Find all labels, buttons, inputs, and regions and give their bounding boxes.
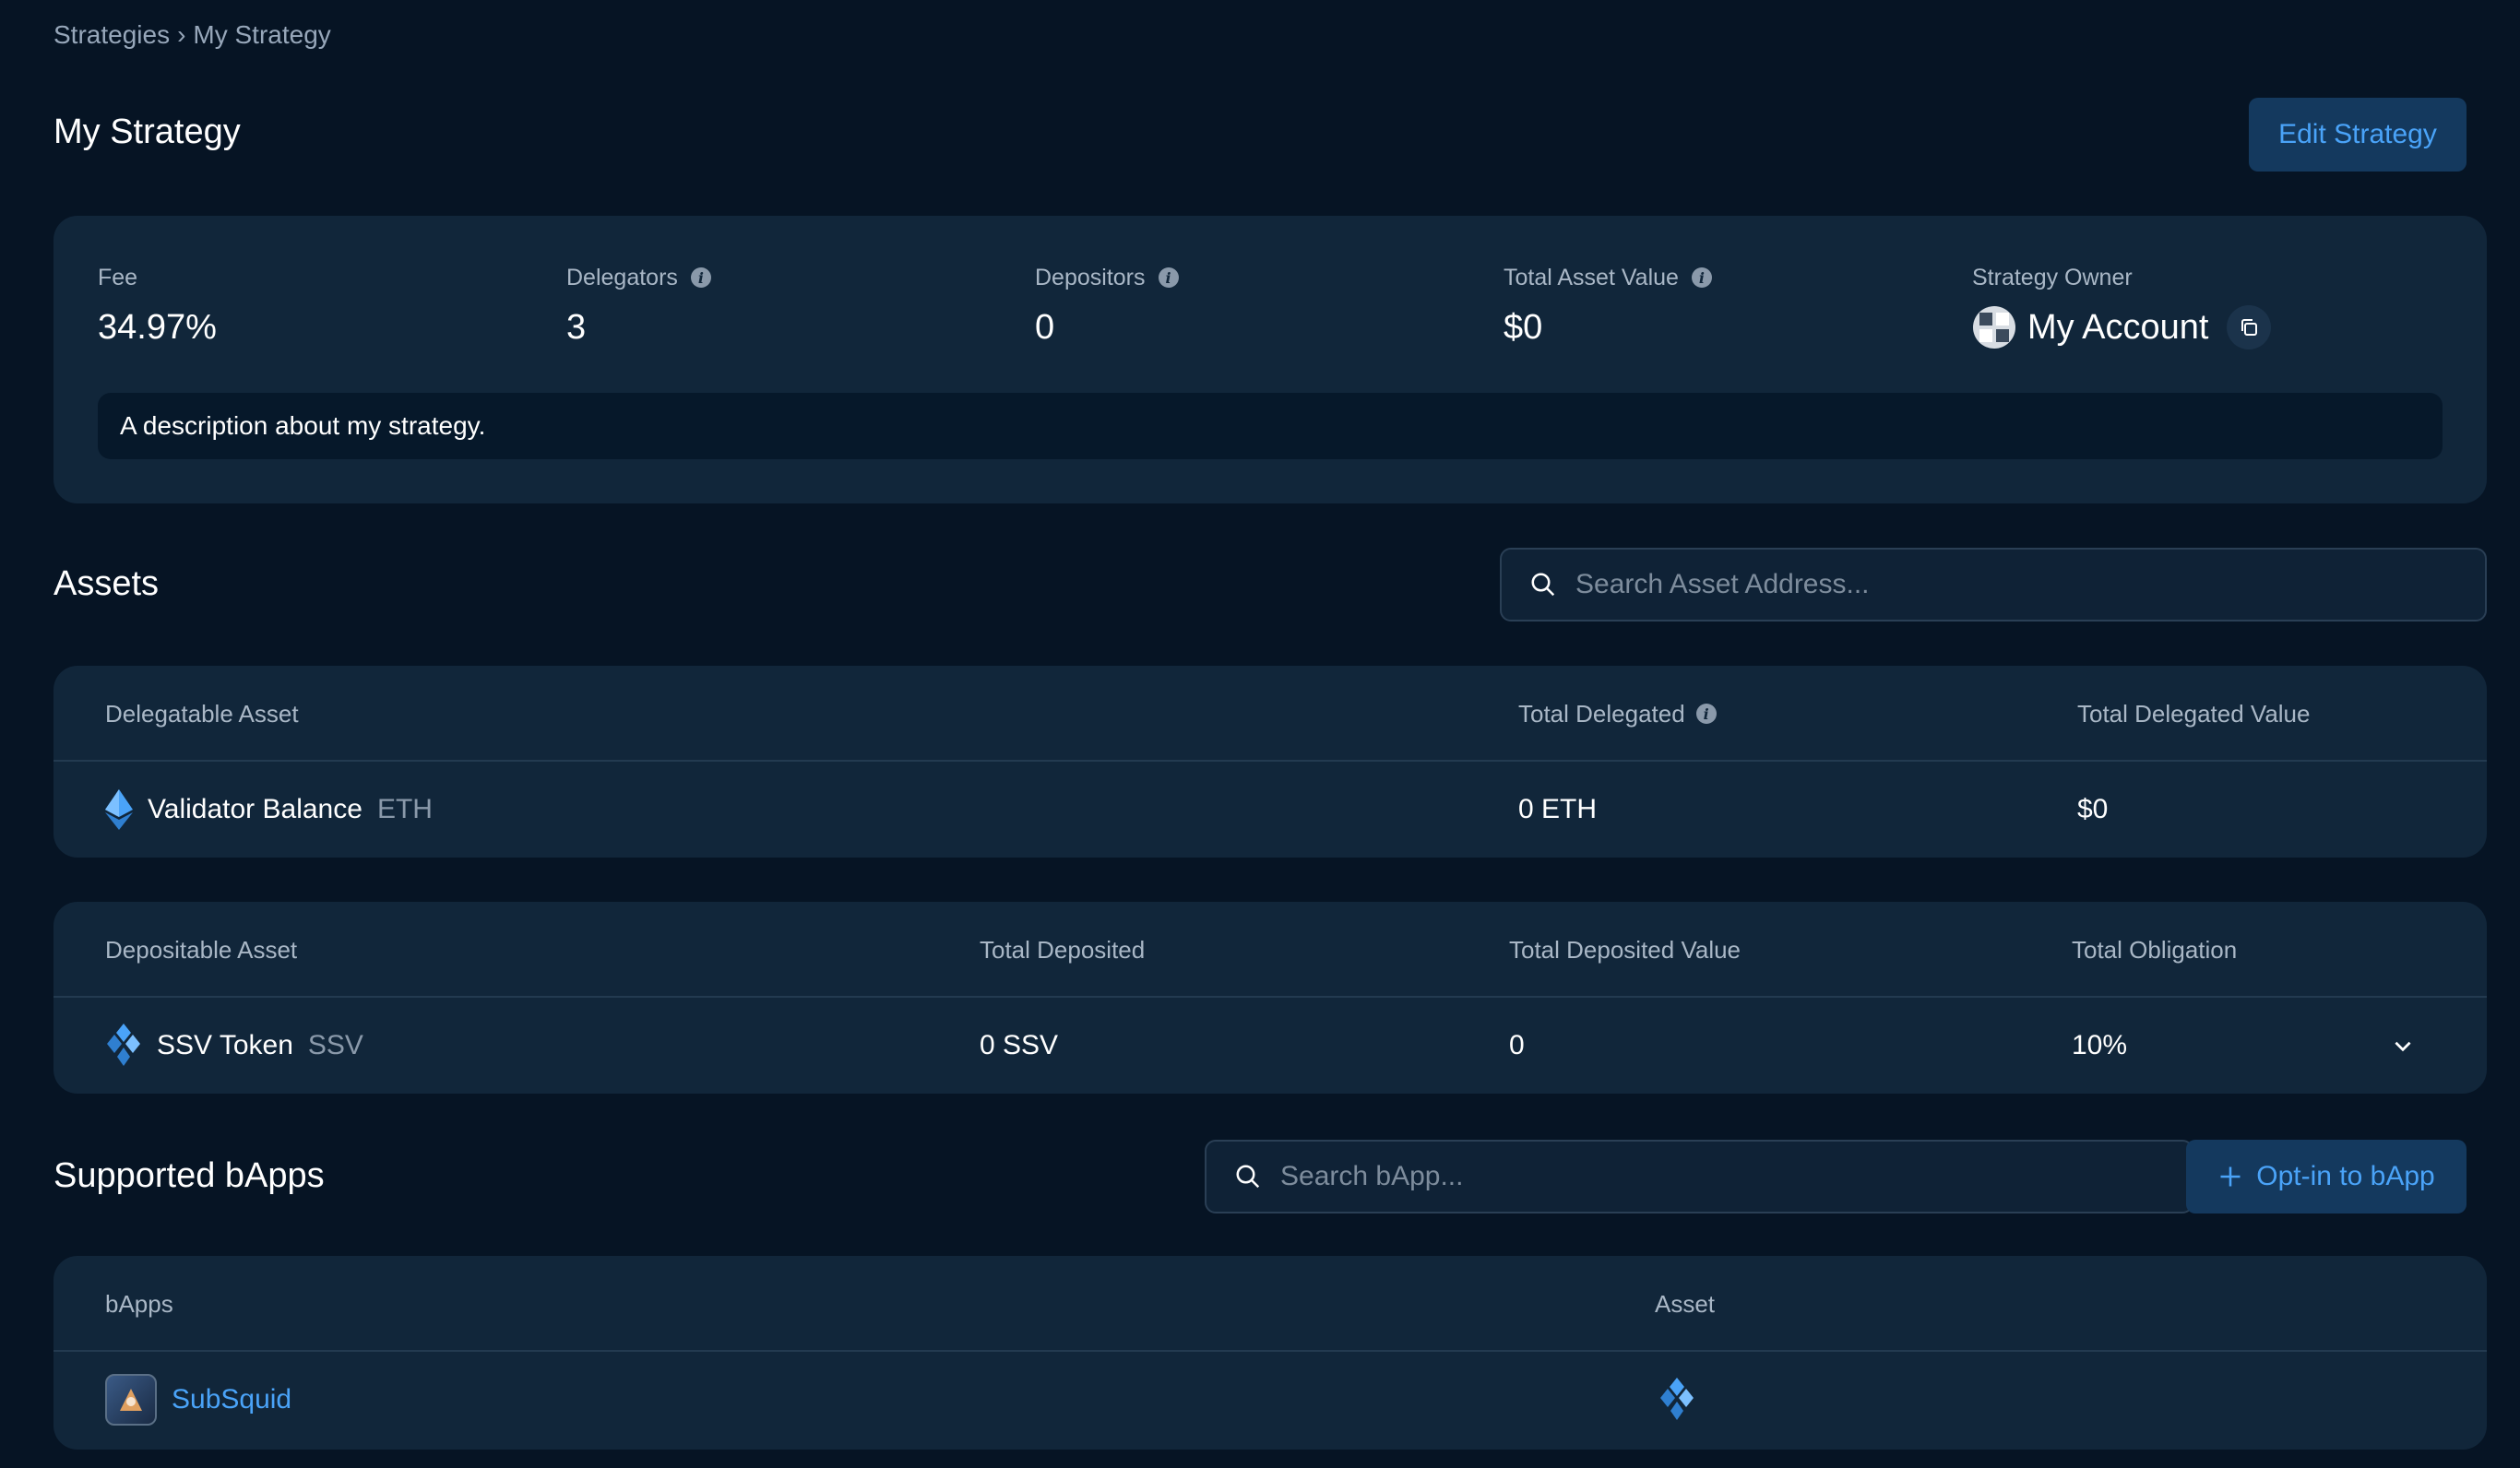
- delegatable-assets-table: Delegatable Asset Total Delegated i Tota…: [53, 666, 2487, 858]
- bapp-name-link[interactable]: SubSquid: [172, 1384, 291, 1415]
- subsquid-logo-icon: [105, 1374, 157, 1426]
- delegators-stat: Delegators i 3: [566, 262, 711, 350]
- asset-ticker: ETH: [376, 794, 433, 824]
- asset-name: SSV Token: [157, 1030, 293, 1060]
- bapps-table: bApps Asset SubSquid: [53, 1256, 2487, 1450]
- asset-name: Validator Balance: [148, 794, 363, 824]
- ethereum-icon: [105, 789, 133, 830]
- breadcrumb-strategies-link[interactable]: Strategies: [53, 20, 170, 50]
- ssv-token-icon: [1660, 1378, 1694, 1420]
- strategy-page: Strategies › My Strategy My Strategy Edi…: [0, 0, 2520, 1468]
- total-asset-value-value: $0: [1504, 307, 1543, 347]
- account-avatar-icon: [1973, 306, 2015, 349]
- strategy-owner-label: Strategy Owner: [1972, 264, 2133, 290]
- fee-label: Fee: [98, 264, 138, 290]
- total-asset-value-label: Total Asset Value: [1504, 264, 1679, 290]
- fee-value: 34.97%: [98, 307, 217, 347]
- table-row[interactable]: SSV Token SSV 0 SSV 0 10%: [53, 998, 2487, 1094]
- table-row[interactable]: SubSquid: [53, 1352, 2487, 1448]
- total-delegated-cell: 0 ETH: [1518, 794, 1598, 824]
- total-delegated-value-cell: $0: [2077, 794, 2109, 824]
- assets-title: Assets: [53, 564, 160, 603]
- total-deposited-cell: 0 SSV: [980, 1030, 1059, 1060]
- asset-ticker: SSV: [307, 1030, 363, 1060]
- fee-stat: Fee 34.97%: [98, 262, 217, 350]
- delegators-value: 3: [566, 307, 587, 347]
- breadcrumb-current: My Strategy: [193, 20, 331, 49]
- asset-search: [1500, 548, 2487, 622]
- ssv-token-icon: [107, 1024, 140, 1066]
- strategy-owner-stat: Strategy Owner My Account: [1972, 262, 2272, 350]
- opt-in-bapp-label: Opt-in to bApp: [2256, 1161, 2435, 1191]
- chevron-down-icon[interactable]: [2391, 998, 2415, 1094]
- column-header: Total Deposited: [980, 935, 1146, 964]
- total-asset-value-stat: Total Asset Value i $0: [1504, 262, 1712, 350]
- total-deposited-value-cell: 0: [1509, 1030, 1525, 1060]
- breadcrumb: Strategies › My Strategy: [53, 20, 331, 50]
- delegators-label: Delegators: [566, 264, 678, 290]
- column-header: Delegatable Asset: [105, 699, 299, 728]
- info-icon[interactable]: i: [690, 267, 711, 288]
- table-header: bApps Asset: [53, 1256, 2487, 1352]
- strategy-owner-value: My Account: [2027, 307, 2209, 347]
- bapp-search-input[interactable]: [1280, 1161, 2047, 1192]
- info-icon[interactable]: i: [1158, 267, 1179, 288]
- strategy-stats-card: Fee 34.97% Delegators i 3 Depositors i 0…: [53, 216, 2487, 503]
- depositors-label: Depositors: [1035, 264, 1146, 290]
- copy-icon[interactable]: [2227, 305, 2272, 349]
- supported-bapps-title: Supported bApps: [53, 1156, 325, 1195]
- asset-search-input[interactable]: [1575, 569, 2340, 600]
- table-header: Delegatable Asset Total Delegated i Tota…: [53, 666, 2487, 762]
- depositors-stat: Depositors i 0: [1035, 262, 1179, 350]
- table-row[interactable]: Validator Balance ETH 0 ETH $0: [53, 762, 2487, 858]
- page-title: My Strategy: [53, 112, 241, 151]
- column-header: Depositable Asset: [105, 935, 298, 964]
- breadcrumb-separator: ›: [177, 20, 186, 49]
- search-icon: [1531, 573, 1555, 597]
- info-icon[interactable]: i: [1695, 704, 1717, 724]
- column-header: Total Delegated Value: [2077, 699, 2311, 728]
- column-header: bApps: [105, 1289, 173, 1318]
- depositable-assets-table: Depositable Asset Total Deposited Total …: [53, 902, 2487, 1094]
- edit-strategy-button[interactable]: Edit Strategy: [2249, 98, 2467, 172]
- table-header: Depositable Asset Total Deposited Total …: [53, 902, 2487, 998]
- total-obligation-cell: 10%: [2072, 1030, 2128, 1060]
- column-header: Asset: [1655, 1289, 1716, 1318]
- plus-icon: [2220, 1166, 2241, 1187]
- column-header: Total Delegated: [1518, 699, 1685, 728]
- info-icon[interactable]: i: [1691, 267, 1712, 288]
- opt-in-bapp-button[interactable]: Opt-in to bApp: [2186, 1140, 2467, 1213]
- bapp-search: [1205, 1140, 2193, 1213]
- depositors-value: 0: [1035, 307, 1055, 347]
- search-icon: [1236, 1165, 1260, 1189]
- column-header: Total Obligation: [2072, 935, 2238, 964]
- strategy-description: A description about my strategy.: [98, 393, 2443, 459]
- column-header: Total Deposited Value: [1509, 935, 1741, 964]
